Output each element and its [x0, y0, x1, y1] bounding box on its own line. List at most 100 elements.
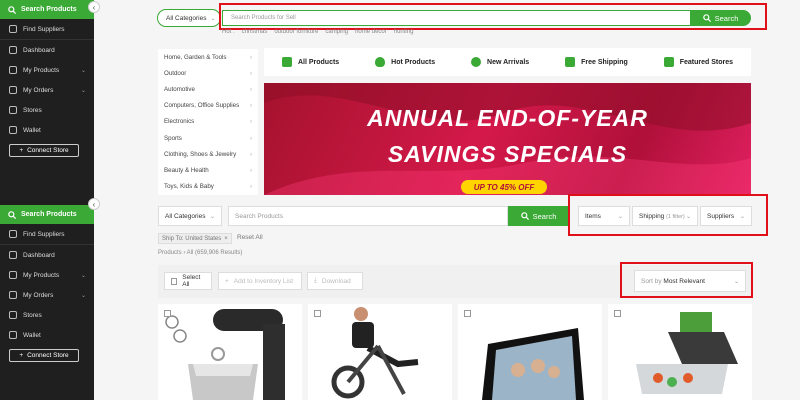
category-label: Automotive	[164, 85, 195, 93]
category-item[interactable]: Home, Garden & Tools ›	[158, 49, 258, 65]
feature-label: Hot Products	[391, 58, 436, 66]
search-icon	[520, 212, 529, 220]
banner-headline-1: ANNUAL END-OF-YEAR	[367, 105, 648, 131]
chevron-right-icon: ›	[249, 150, 252, 158]
filter-category-select[interactable]: All Categories ⌄	[158, 206, 222, 226]
sidebar-collapse-button[interactable]: ‹	[88, 198, 100, 210]
product-card[interactable]	[608, 304, 752, 400]
connect-store-label: Connect Store	[27, 352, 69, 359]
sidebar-item-label: Dashboard	[23, 46, 55, 54]
category-label: Electronics	[164, 118, 195, 126]
search-button-label: Search	[532, 211, 557, 221]
tab-hot-products[interactable]: Hot Products	[375, 57, 435, 67]
sidebar-item-wallet[interactable]: Wallet	[0, 325, 94, 345]
hot-term-link[interactable]: home decor	[355, 29, 387, 35]
chip-label: Ship To: United States	[162, 235, 222, 242]
chevron-left-icon: ‹	[92, 199, 96, 209]
sidebar-item-my-orders[interactable]: My Orders ⌄	[0, 80, 94, 100]
sidebar-item-my-orders[interactable]: My Orders ⌄	[0, 285, 94, 305]
chevron-right-icon: ›	[249, 118, 252, 126]
chevron-right-icon: ›	[249, 69, 252, 77]
sidebar-item-my-products[interactable]: My Products ⌄	[0, 60, 94, 80]
sidebar-item-stores[interactable]: Stores	[0, 305, 94, 325]
sidebar-item-label: Find Suppliers	[23, 25, 65, 33]
tab-new-arrivals[interactable]: New Arrivals	[471, 57, 529, 67]
ship-to-chip[interactable]: Ship To: United States ×	[158, 233, 232, 244]
hot-searches: Hot : christmas outdoor furniture campin…	[222, 29, 413, 35]
sidebar-item-dashboard[interactable]: Dashboard	[0, 40, 94, 60]
connect-store-button[interactable]: + Connect Store	[9, 349, 79, 362]
sidebar-item-dashboard[interactable]: Dashboard	[0, 245, 94, 265]
feature-label: Featured Stores	[679, 58, 734, 66]
sidebar-item-label: My Orders	[23, 291, 54, 299]
cart-icon	[9, 291, 17, 299]
promo-banner[interactable]: ANNUAL END-OF-YEAR SAVINGS SPECIALS UP T…	[264, 83, 751, 195]
category-item[interactable]: Electronics ›	[158, 114, 258, 130]
sidebar-item-wallet[interactable]: Wallet	[0, 120, 94, 140]
category-item[interactable]: Outdoor ›	[158, 65, 258, 81]
dashboard-icon	[9, 251, 17, 259]
plus-icon: +	[225, 277, 229, 285]
fire-icon	[375, 57, 386, 67]
sidebar-search-products[interactable]: Search Products	[0, 205, 94, 224]
product-card[interactable]	[158, 304, 302, 400]
product-card[interactable]	[308, 304, 452, 400]
hot-term-link[interactable]: camping	[325, 29, 348, 35]
category-item[interactable]: Computers, Office Supplies ›	[158, 98, 258, 114]
hot-term-link[interactable]: hunting	[394, 29, 414, 35]
sidebar-item-label: My Products	[23, 66, 60, 74]
stand-mixer-image	[165, 309, 285, 400]
tab-free-shipping[interactable]: Free Shipping	[565, 57, 628, 67]
product-search-button[interactable]: Search	[508, 206, 569, 226]
sidebar-item-find-suppliers[interactable]: Find Suppliers	[0, 224, 94, 245]
sidebar-item-my-products[interactable]: My Products ⌄	[0, 265, 94, 285]
chevron-down-icon: ⌄	[210, 15, 216, 22]
banner-headline-2: SAVINGS SPECIALS	[387, 141, 628, 167]
select-all-label: Select All	[182, 274, 201, 288]
category-item[interactable]: Automotive ›	[158, 81, 258, 97]
sidebar: Search Products Find Suppliers Dashboard…	[0, 197, 94, 400]
product-checkbox[interactable]	[464, 310, 471, 317]
category-item[interactable]: Toys, Kids & Baby ›	[158, 179, 258, 195]
banner-swoosh-graphic	[264, 83, 751, 195]
sidebar-collapse-button[interactable]: ‹	[88, 1, 100, 13]
category-select[interactable]: All Categories ⌄	[157, 9, 221, 27]
close-icon[interactable]: ×	[224, 236, 228, 242]
photo-frame-image	[482, 328, 584, 400]
add-to-inventory-button[interactable]: + Add to Inventory List	[218, 272, 302, 290]
box-icon	[9, 271, 17, 279]
sidebar-item-stores[interactable]: Stores	[0, 100, 94, 120]
search-placeholder: Search Products	[235, 212, 284, 220]
select-all-checkbox[interactable]: Select All	[164, 272, 212, 290]
sidebar-item-find-suppliers[interactable]: Find Suppliers	[0, 19, 94, 40]
hot-term-link[interactable]: christmas	[242, 29, 268, 35]
product-card[interactable]	[458, 304, 602, 400]
category-label: Beauty & Health	[164, 166, 209, 174]
category-item[interactable]: Clothing, Shoes & Jewelry ›	[158, 146, 258, 162]
download-button[interactable]: ⤓ Download	[307, 272, 363, 290]
category-select-value: All Categories	[166, 14, 207, 22]
product-checkbox[interactable]	[614, 310, 621, 317]
hot-term-link[interactable]: outdoor furniture	[274, 29, 318, 35]
category-item[interactable]: Sports ›	[158, 130, 258, 146]
product-checkbox[interactable]	[164, 310, 171, 317]
cart-icon	[9, 86, 17, 94]
store-icon	[9, 311, 17, 319]
tab-all-products[interactable]: All Products	[281, 57, 339, 67]
store-icon	[9, 25, 17, 33]
chevron-right-icon: ›	[249, 166, 252, 174]
sidebar-item-label: Dashboard	[23, 251, 55, 259]
reset-all-link[interactable]: Reset All	[237, 234, 263, 241]
truck-icon	[565, 57, 576, 67]
tab-featured-stores[interactable]: Featured Stores	[663, 57, 734, 67]
breadcrumb: Products › All (659,906 Results)	[158, 250, 243, 256]
highlight-frame	[620, 262, 753, 298]
category-label: Home, Garden & Tools	[164, 53, 227, 61]
category-item[interactable]: Beauty & Health ›	[158, 162, 258, 178]
grid-icon	[281, 57, 292, 67]
chevron-down-icon: ⌄	[80, 87, 86, 94]
sidebar-search-products[interactable]: Search Products	[0, 0, 94, 19]
product-checkbox[interactable]	[314, 310, 321, 317]
product-search-input[interactable]: Search Products	[228, 206, 508, 226]
connect-store-button[interactable]: + Connect Store	[9, 144, 79, 157]
